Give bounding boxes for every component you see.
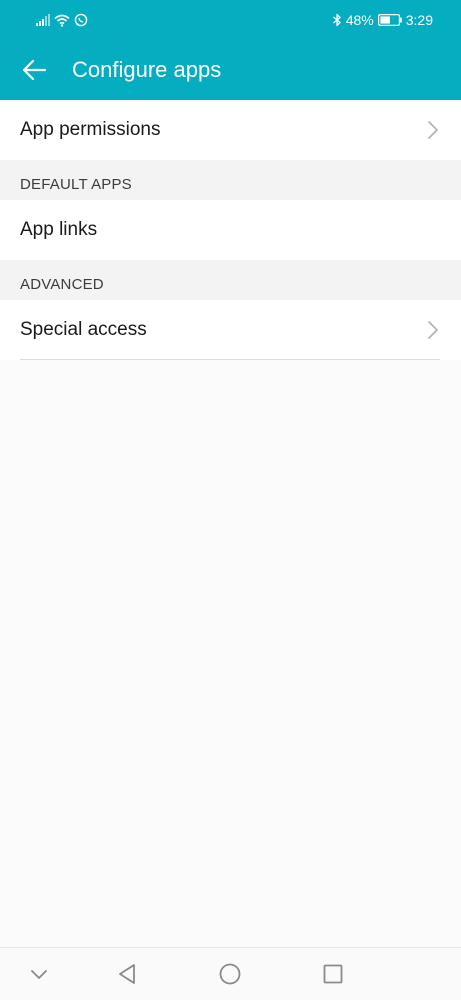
row-app-links[interactable]: App links: [0, 200, 461, 260]
hide-nav-button[interactable]: [25, 960, 53, 988]
status-left: [36, 11, 88, 29]
status-right: 48% 3:29: [332, 10, 433, 30]
section-advanced: ADVANCED: [0, 260, 461, 300]
row-label-special-access: Special access: [20, 319, 147, 340]
row-special-access[interactable]: Special access: [0, 300, 461, 360]
section-label-advanced: ADVANCED: [20, 276, 104, 293]
battery-icon: [377, 14, 402, 26]
row-label-app-links: App links: [20, 219, 98, 240]
chevron-down-icon: [31, 970, 47, 979]
row-divider: [20, 359, 440, 360]
nav-recents-button[interactable]: [319, 960, 347, 988]
arrow-left-icon: [22, 59, 47, 81]
row-label-app-permissions: App permissions: [20, 119, 161, 140]
chevron-right-icon: [428, 321, 438, 339]
section-default-apps: DEFAULT APPS: [0, 160, 461, 200]
back-triangle-icon: [119, 964, 135, 984]
signal-icon: [36, 14, 50, 26]
page-title: Configure apps: [72, 57, 222, 82]
navigation-bar: [0, 947, 461, 1000]
home-circle-icon: [219, 963, 241, 985]
battery-percent: 48%: [345, 12, 374, 28]
row-app-permissions[interactable]: App permissions: [0, 100, 461, 160]
nav-back-button[interactable]: [113, 960, 141, 988]
back-button[interactable]: [14, 50, 54, 90]
recents-square-icon: [323, 964, 343, 984]
wifi-icon: [54, 14, 70, 27]
status-bar: 48% 3:29: [0, 0, 461, 40]
nav-home-button[interactable]: [216, 960, 244, 988]
section-label-default-apps: DEFAULT APPS: [20, 176, 132, 193]
app-bar: Configure apps: [0, 40, 461, 100]
bluetooth-icon: [332, 13, 341, 27]
chevron-right-icon: [428, 121, 438, 139]
status-time: 3:29: [405, 12, 433, 28]
whatsapp-icon: [74, 13, 88, 27]
